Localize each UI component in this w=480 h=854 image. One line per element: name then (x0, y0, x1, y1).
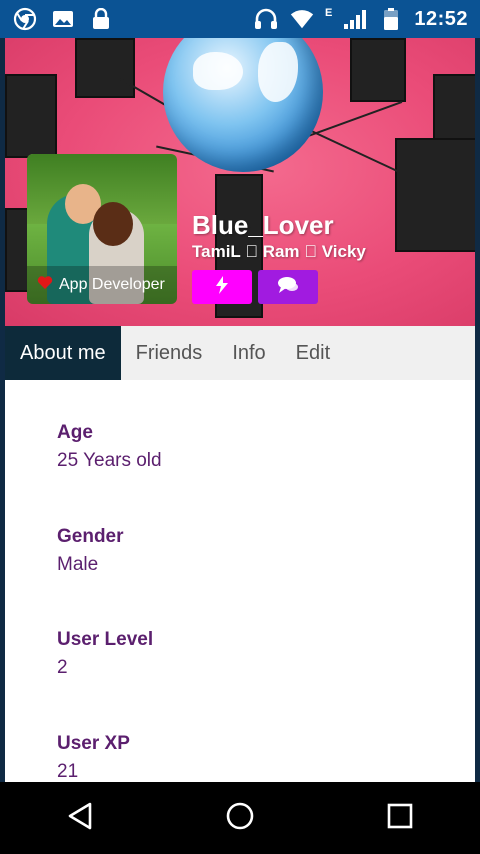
home-icon (225, 801, 255, 836)
image-icon (50, 6, 76, 32)
speaker-graphic (75, 38, 135, 98)
recents-button[interactable] (370, 788, 430, 848)
profile-tagline: TamiL   Ram   Vicky (192, 242, 366, 261)
tab-about-me[interactable]: About me (5, 326, 121, 380)
network-type-label: E (325, 7, 333, 19)
field-value: 21 (57, 761, 79, 782)
field-gender: Gender Male (57, 526, 124, 576)
tab-edit[interactable]: Edit (281, 326, 345, 380)
field-label: User XP (57, 733, 130, 754)
battery-icon (378, 6, 404, 32)
speaker-graphic (5, 74, 57, 158)
field-label: Gender (57, 526, 124, 547)
recents-icon (386, 802, 414, 835)
field-age: Age 25 Years old (57, 422, 162, 472)
field-user-xp: User XP 21 (57, 733, 130, 782)
lightning-button[interactable] (192, 270, 252, 304)
headset-icon (253, 6, 279, 32)
profile-tabs: About me Friends Info Edit (5, 326, 475, 380)
speaker-graphic (5, 208, 29, 292)
field-label: User Level (57, 629, 154, 650)
cable-graphic (299, 124, 401, 174)
home-button[interactable] (210, 788, 270, 848)
cover-image: App Developer Blue_Lover TamiL   Ram   V… (5, 38, 475, 326)
field-value: Male (57, 554, 99, 575)
navigation-bar (0, 782, 480, 854)
role-badge: App Developer (27, 266, 177, 304)
speaker-graphic (350, 38, 406, 102)
lock-icon (88, 6, 114, 32)
about-content: Age 25 Years old Gender Male User Level … (5, 380, 475, 782)
field-user-level: User Level 2 (57, 629, 153, 679)
tab-info[interactable]: Info (217, 326, 280, 380)
status-time: 12:52 (414, 7, 468, 30)
wifi-icon (289, 6, 315, 32)
profile-screen: App Developer Blue_Lover TamiL   Ram   V… (5, 38, 475, 782)
signal-icon (342, 6, 368, 32)
field-value: 2 (57, 657, 68, 678)
cable-graphic (307, 100, 403, 138)
speaker-graphic (395, 138, 475, 252)
tab-friends[interactable]: Friends (121, 326, 218, 380)
role-label: App Developer (59, 276, 165, 293)
chat-icon (277, 276, 299, 299)
profile-username: Blue_Lover (192, 210, 334, 240)
lightning-icon (215, 275, 229, 299)
avatar[interactable]: App Developer (27, 154, 177, 304)
status-bar: E 12:52 (0, 0, 480, 38)
field-value: 25 Years old (57, 450, 162, 471)
back-icon (66, 801, 94, 836)
chat-button[interactable] (258, 270, 318, 304)
field-label: Age (57, 422, 93, 443)
heart-icon (37, 275, 53, 295)
back-button[interactable] (50, 788, 110, 848)
chrome-icon (12, 6, 38, 32)
